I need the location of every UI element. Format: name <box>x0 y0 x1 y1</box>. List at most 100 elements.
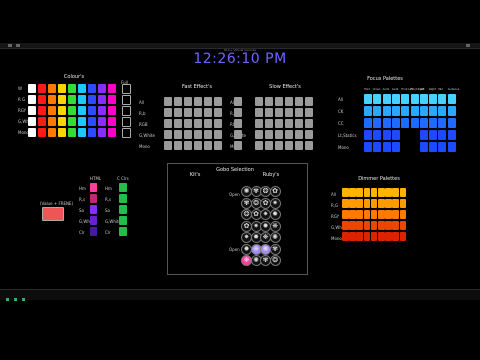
bottom-icon[interactable] <box>6 298 9 301</box>
fast-effect-button[interactable] <box>184 141 192 150</box>
focus-button[interactable] <box>438 142 447 152</box>
dimmer-button[interactable] <box>378 188 385 197</box>
color-adjust-green-button[interactable] <box>119 183 127 192</box>
focus-button[interactable] <box>373 142 382 152</box>
focus-button[interactable] <box>373 130 382 140</box>
color-adjust-green-button[interactable] <box>119 205 127 214</box>
focus-button[interactable] <box>401 118 410 128</box>
colour-button[interactable] <box>48 128 56 137</box>
focus-button[interactable] <box>410 118 419 128</box>
slow-effect-button[interactable] <box>255 130 263 139</box>
dimmer-button[interactable] <box>349 188 356 197</box>
dimmer-button[interactable] <box>342 232 349 241</box>
dimmer-button[interactable] <box>363 232 371 241</box>
focus-button[interactable] <box>391 142 400 152</box>
focus-button[interactable] <box>447 142 456 152</box>
fast-effect-button[interactable] <box>214 108 222 117</box>
fast-effect-button[interactable] <box>204 141 212 150</box>
dimmer-button[interactable] <box>342 221 349 230</box>
slow-effect-button[interactable] <box>265 130 273 139</box>
focus-button[interactable] <box>391 94 400 104</box>
colour-button[interactable] <box>78 106 86 115</box>
slow-effect-button[interactable] <box>285 108 293 117</box>
colour-button[interactable] <box>108 95 116 104</box>
focus-button[interactable] <box>419 94 428 104</box>
fast-effect-button[interactable] <box>174 108 182 117</box>
colour-button[interactable] <box>98 84 106 93</box>
colour-button[interactable] <box>48 106 56 115</box>
colour-button[interactable] <box>48 117 56 126</box>
dimmer-button[interactable] <box>399 188 407 197</box>
focus-button[interactable] <box>364 118 372 128</box>
colour-button[interactable] <box>98 128 106 137</box>
focus-button[interactable] <box>391 130 400 140</box>
colour-button[interactable] <box>58 117 66 126</box>
focus-button[interactable] <box>401 94 410 104</box>
focus-button[interactable] <box>373 106 382 116</box>
fast-effect-button[interactable] <box>194 130 202 139</box>
colour-button[interactable] <box>28 128 36 137</box>
focus-button[interactable] <box>391 106 400 116</box>
colour-button[interactable] <box>28 106 36 115</box>
gobo-button[interactable]: ✾ <box>269 243 281 255</box>
fast-effect-button[interactable] <box>174 141 182 150</box>
dimmer-button[interactable] <box>356 221 363 230</box>
dimmer-button[interactable] <box>370 188 378 197</box>
fast-effect-button[interactable] <box>184 119 192 128</box>
color-adjust-green-button[interactable] <box>119 216 127 225</box>
fast-effect-button[interactable] <box>214 130 222 139</box>
slow-effect-button[interactable] <box>295 141 303 150</box>
slow-effect-button[interactable] <box>265 119 273 128</box>
dimmer-button[interactable] <box>399 210 407 219</box>
fast-effect-button[interactable] <box>184 130 192 139</box>
colour-button[interactable] <box>38 95 46 104</box>
slow-effect-button[interactable] <box>265 108 273 117</box>
focus-button[interactable] <box>364 106 372 116</box>
fast-effect-button[interactable] <box>204 97 212 106</box>
colour-button[interactable] <box>108 128 116 137</box>
dimmer-button[interactable] <box>385 188 392 197</box>
slow-effect-button[interactable] <box>265 97 273 106</box>
effect-master-button[interactable] <box>234 141 242 150</box>
colour-button[interactable] <box>108 106 116 115</box>
focus-button[interactable] <box>447 106 456 116</box>
focus-button[interactable] <box>429 130 438 140</box>
focus-button[interactable] <box>429 118 438 128</box>
colour-button[interactable] <box>38 117 46 126</box>
dimmer-button[interactable] <box>356 210 363 219</box>
focus-button[interactable] <box>364 94 372 104</box>
colour-button[interactable] <box>78 95 86 104</box>
dimmer-button[interactable] <box>392 210 399 219</box>
dimmer-button[interactable] <box>385 221 392 230</box>
dimmer-button[interactable] <box>392 199 399 208</box>
fast-effect-button[interactable] <box>214 97 222 106</box>
slow-effect-button[interactable] <box>255 97 263 106</box>
focus-button[interactable] <box>373 118 382 128</box>
focus-button[interactable] <box>364 130 372 140</box>
slow-effect-button[interactable] <box>285 119 293 128</box>
color-adjust-button[interactable] <box>90 183 97 192</box>
dimmer-button[interactable] <box>378 232 385 241</box>
focus-button[interactable] <box>410 94 419 104</box>
colour-button[interactable] <box>98 95 106 104</box>
color-adjust-green-button[interactable] <box>119 194 127 203</box>
dimmer-button[interactable] <box>392 188 399 197</box>
bottom-icon[interactable] <box>22 298 25 301</box>
fast-effect-button[interactable] <box>164 97 172 106</box>
colour-button[interactable] <box>48 84 56 93</box>
colour-button[interactable] <box>58 84 66 93</box>
fast-effect-button[interactable] <box>204 130 212 139</box>
dimmer-button[interactable] <box>363 199 371 208</box>
dimmer-button[interactable] <box>385 199 392 208</box>
dimmer-button[interactable] <box>356 232 363 241</box>
focus-button[interactable] <box>419 130 428 140</box>
focus-button[interactable] <box>382 94 391 104</box>
effect-master-button[interactable] <box>234 97 242 106</box>
slow-effect-button[interactable] <box>295 97 303 106</box>
fast-effect-button[interactable] <box>194 108 202 117</box>
colour-button[interactable] <box>108 84 116 93</box>
dimmer-button[interactable] <box>378 199 385 208</box>
slow-effect-button[interactable] <box>295 108 303 117</box>
slow-effect-button[interactable] <box>255 119 263 128</box>
color-adjust-green-button[interactable] <box>119 227 127 236</box>
